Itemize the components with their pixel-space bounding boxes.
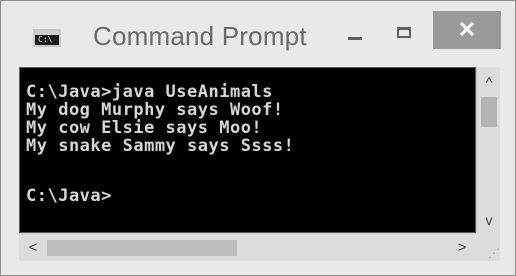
maximize-button[interactable] (383, 15, 423, 53)
close-button[interactable]: ✕ (433, 11, 501, 49)
console-line: My snake Sammy says Ssss! (26, 136, 295, 156)
scroll-right-icon[interactable]: > (450, 234, 474, 262)
vertical-scrollbar[interactable]: ^ v (476, 67, 500, 233)
scroll-left-icon[interactable]: < (21, 234, 45, 262)
console-icon-glyph: C:\ (38, 35, 53, 44)
console-prompt-line: C:\Java> (26, 186, 112, 206)
minimize-button[interactable] (336, 19, 376, 53)
scroll-down-icon[interactable]: v (477, 209, 501, 231)
console-output[interactable]: C:\Java>java UseAnimals My dog Murphy sa… (19, 67, 476, 233)
resize-grip-icon[interactable]: ⋰ (476, 233, 500, 261)
scroll-up-icon[interactable]: ^ (477, 71, 501, 93)
console-line: My cow Elsie says Moo! (26, 118, 263, 138)
horizontal-scrollbar[interactable]: < > (19, 233, 476, 261)
console-line: C:\Java>java UseAnimals (26, 82, 273, 102)
window-title: Command Prompt (93, 21, 307, 51)
console-icon[interactable]: C:\ (33, 29, 61, 47)
console-line: My dog Murphy says Woof! (26, 100, 284, 120)
title-bar[interactable]: C:\ Command Prompt ✕ (1, 1, 515, 65)
vertical-scroll-thumb[interactable] (481, 97, 497, 127)
command-prompt-window: C:\ Command Prompt ✕ C:\Java>java UseAni… (0, 0, 516, 276)
horizontal-scroll-thumb[interactable] (47, 240, 237, 256)
